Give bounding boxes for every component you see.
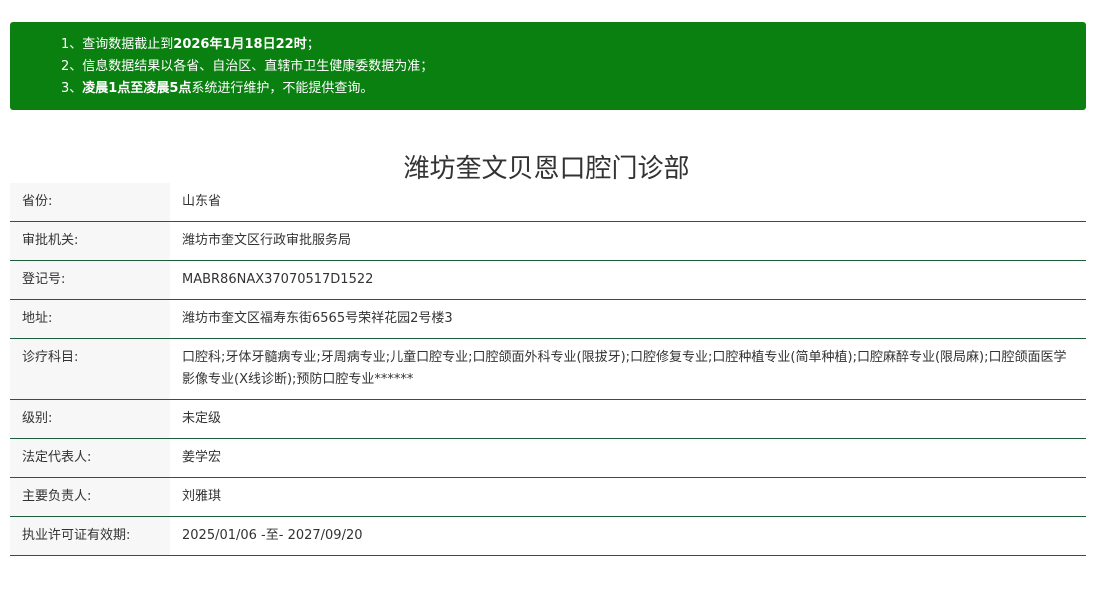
notice-line-1-prefix: 1、查询数据截止到: [61, 37, 174, 52]
table-row-license-validity: 执业许可证有效期: 2025/01/06 -至- 2027/09/20: [10, 516, 1086, 556]
row-value: 潍坊市奎文区福寿东街6565号荣祥花园2号楼3: [170, 299, 1086, 339]
table-row-registration-number: 登记号: MABR86NAX37070517D1522: [10, 260, 1086, 300]
row-label: 登记号:: [10, 260, 170, 300]
row-label: 执业许可证有效期:: [10, 516, 170, 556]
notice-line-1-date: 2026年1月18日22时: [173, 37, 307, 52]
info-table: 省份: 山东省 审批机关: 潍坊市奎文区行政审批服务局 登记号: MABR86N…: [10, 183, 1086, 556]
row-label: 主要负责人:: [10, 477, 170, 517]
table-row-approval-authority: 审批机关: 潍坊市奎文区行政审批服务局: [10, 221, 1086, 261]
notice-line-2-text: 2、信息数据结果以各省、自治区、直辖市卫生健康委数据为准；: [61, 59, 434, 74]
row-value: 山东省: [170, 183, 1086, 222]
notice-line-1-suffix: ；: [306, 37, 320, 52]
table-row-subjects: 诊疗科目: 口腔科;牙体牙髓病专业;牙周病专业;儿童口腔专业;口腔颌面外科专业(…: [10, 338, 1086, 400]
row-value: 口腔科;牙体牙髓病专业;牙周病专业;儿童口腔专业;口腔颌面外科专业(限拔牙);口…: [170, 338, 1086, 400]
row-value: 刘雅琪: [170, 477, 1086, 517]
notice-banner: 1、查询数据截止到2026年1月18日22时； 2、信息数据结果以各省、自治区、…: [10, 22, 1086, 110]
notice-line-1: 1、查询数据截止到2026年1月18日22时；: [61, 34, 1086, 56]
row-value: 未定级: [170, 399, 1086, 439]
row-label: 诊疗科目:: [10, 338, 170, 400]
row-label: 法定代表人:: [10, 438, 170, 478]
row-label: 审批机关:: [10, 221, 170, 261]
row-value: 2025/01/06 -至- 2027/09/20: [170, 516, 1086, 556]
notice-line-3: 3、凌晨1点至凌晨5点系统进行维护，不能提供查询。: [61, 78, 1086, 100]
table-row-province: 省份: 山东省: [10, 183, 1086, 222]
notice-line-3-suffix: 系统进行维护，不能提供查询。: [191, 81, 374, 96]
table-row-principal: 主要负责人: 刘雅琪: [10, 477, 1086, 517]
row-value: MABR86NAX37070517D1522: [170, 260, 1086, 300]
row-value: 姜学宏: [170, 438, 1086, 478]
row-value: 潍坊市奎文区行政审批服务局: [170, 221, 1086, 261]
row-label: 省份:: [10, 183, 170, 222]
table-row-legal-representative: 法定代表人: 姜学宏: [10, 438, 1086, 478]
row-label: 级别:: [10, 399, 170, 439]
notice-line-3-hours: 凌晨1点至凌晨5点: [82, 81, 192, 96]
notice-line-3-prefix: 3、: [61, 81, 83, 96]
table-row-level: 级别: 未定级: [10, 399, 1086, 439]
notice-line-2: 2、信息数据结果以各省、自治区、直辖市卫生健康委数据为准；: [61, 56, 1086, 78]
row-label: 地址:: [10, 299, 170, 339]
table-row-address: 地址: 潍坊市奎文区福寿东街6565号荣祥花园2号楼3: [10, 299, 1086, 339]
